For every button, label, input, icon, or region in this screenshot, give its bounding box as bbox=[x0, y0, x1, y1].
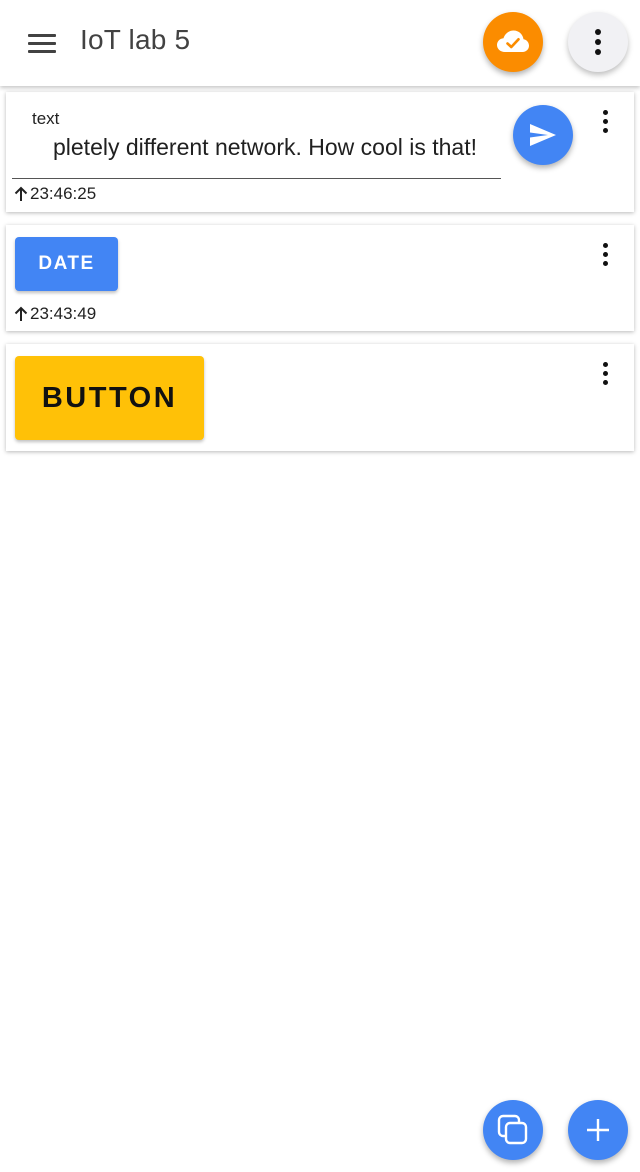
page-title: IoT lab 5 bbox=[80, 24, 191, 55]
more-vert-icon bbox=[602, 110, 608, 134]
copy-icon bbox=[497, 1114, 528, 1145]
send-icon bbox=[530, 124, 556, 146]
cloud-sync-button[interactable] bbox=[483, 12, 543, 72]
arrow-up-icon bbox=[14, 306, 28, 322]
last-update-timestamp: 23:46:25 bbox=[14, 184, 96, 204]
add-icon bbox=[587, 1119, 609, 1141]
overflow-menu-button[interactable] bbox=[568, 12, 628, 72]
action-button[interactable]: BUTTON bbox=[15, 356, 204, 440]
timestamp-text: 23:46:25 bbox=[30, 184, 97, 203]
duplicate-fab[interactable] bbox=[483, 1100, 543, 1160]
menu-icon[interactable] bbox=[22, 26, 62, 60]
text-input-field[interactable]: pletely different network. How cool is t… bbox=[53, 134, 477, 161]
more-vert-icon bbox=[602, 362, 608, 386]
arrow-up-icon bbox=[14, 186, 28, 202]
card-more-button[interactable] bbox=[598, 243, 612, 267]
timestamp-text: 23:43:49 bbox=[30, 304, 97, 323]
app-bar: IoT lab 5 bbox=[0, 0, 640, 86]
cloud-check-icon bbox=[497, 30, 529, 52]
date-button[interactable]: DATE bbox=[15, 237, 118, 291]
text-field-label: text bbox=[32, 109, 60, 128]
card-more-button[interactable] bbox=[598, 362, 612, 386]
text-field-container: pletely different network. How cool is t… bbox=[12, 132, 501, 179]
card-more-button[interactable] bbox=[598, 110, 612, 134]
more-vert-icon bbox=[602, 243, 608, 267]
more-vert-icon bbox=[595, 29, 601, 55]
send-button[interactable] bbox=[513, 105, 573, 165]
last-update-timestamp: 23:43:49 bbox=[14, 304, 96, 324]
add-fab[interactable] bbox=[568, 1100, 628, 1160]
